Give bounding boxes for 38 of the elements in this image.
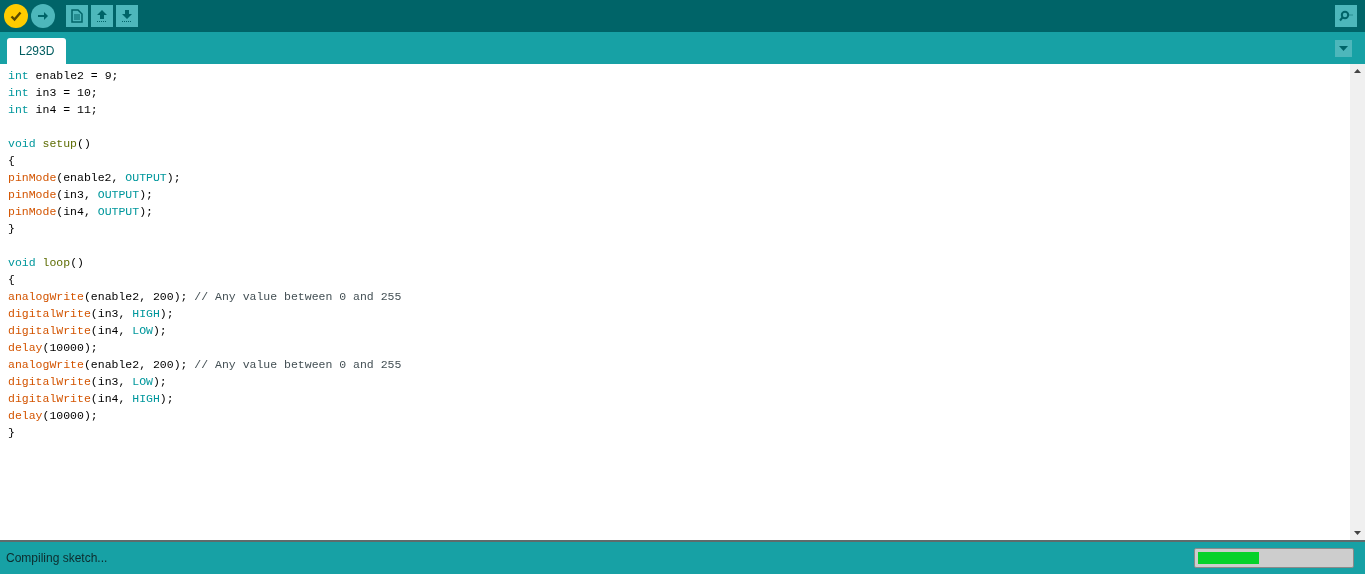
upload-button[interactable] <box>31 4 55 28</box>
code-line: analogWrite(enable2, 200); // Any value between 0 and 255 <box>8 357 402 373</box>
code-line: int enable2 = 9; <box>8 68 119 84</box>
code-line: delay(10000); <box>8 408 98 424</box>
code-line: int in3 = 10; <box>8 85 98 101</box>
arrow-up-icon <box>96 9 108 23</box>
arrow-down-icon <box>121 9 133 23</box>
code-line: { <box>8 153 15 169</box>
code-line: { <box>8 272 15 288</box>
serial-monitor-button[interactable] <box>1335 5 1357 27</box>
code-line: } <box>8 221 15 237</box>
scroll-up-icon[interactable] <box>1354 69 1361 73</box>
code-line: void loop() <box>8 255 84 271</box>
code-line: digitalWrite(in4, LOW); <box>8 323 167 339</box>
file-tab[interactable]: L293D <box>7 38 67 64</box>
new-button[interactable] <box>66 5 88 27</box>
code-line: pinMode(in4, OUTPUT); <box>8 204 153 220</box>
code-line: void setup() <box>8 136 91 152</box>
code-line: digitalWrite(in3, LOW); <box>8 374 167 390</box>
tab-menu-button[interactable] <box>1335 40 1352 57</box>
code-line: digitalWrite(in4, HIGH); <box>8 391 174 407</box>
save-button[interactable] <box>116 5 138 27</box>
magnifier-icon <box>1339 10 1353 22</box>
code-line: pinMode(in3, OUTPUT); <box>8 187 153 203</box>
caret-down-icon <box>1339 46 1348 51</box>
checkmark-icon <box>10 10 22 22</box>
verify-button[interactable] <box>4 4 28 28</box>
open-button[interactable] <box>91 5 113 27</box>
document-icon <box>71 9 83 23</box>
code-line: int in4 = 11; <box>8 102 98 118</box>
code-line: delay(10000); <box>8 340 98 356</box>
code-line: digitalWrite(in3, HIGH); <box>8 306 174 322</box>
arrow-right-icon <box>37 10 49 22</box>
code-line: } <box>8 425 15 441</box>
scroll-down-icon[interactable] <box>1354 531 1361 535</box>
code-line: pinMode(enable2, OUTPUT); <box>8 170 181 186</box>
code-line: analogWrite(enable2, 200); // Any value between 0 and 255 <box>8 289 402 305</box>
status-message: Compiling sketch... <box>6 550 108 567</box>
